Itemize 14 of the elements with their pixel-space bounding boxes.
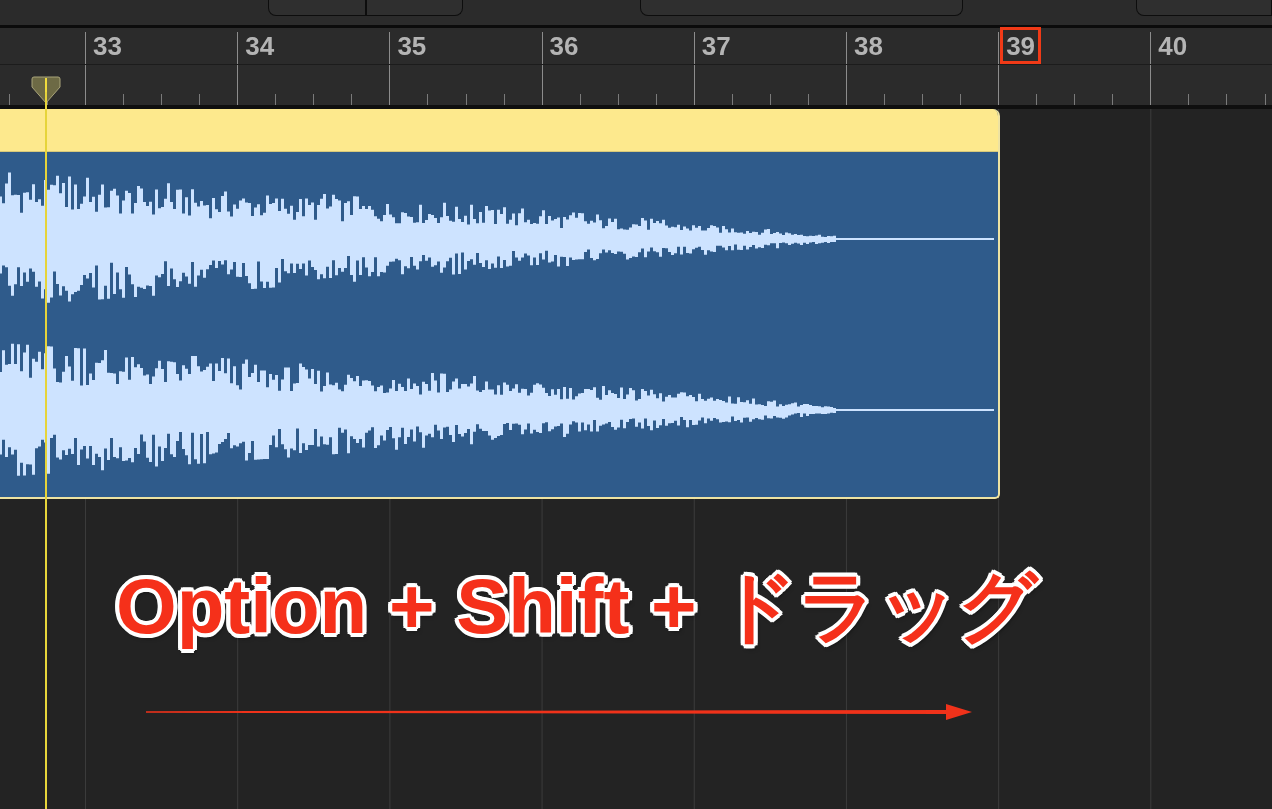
bar-number: 36 (548, 30, 580, 63)
annotation-text: Option + Shift + ドラッグ (116, 564, 1039, 650)
segmented-button[interactable] (366, 0, 463, 16)
bar-number: 33 (92, 30, 123, 63)
bar-number: 40 (1157, 30, 1189, 63)
bar-number: 37 (700, 30, 732, 63)
bar-number: 39 (1000, 27, 1042, 64)
bar-number: 34 (244, 30, 276, 63)
bar-number: 35 (396, 30, 428, 63)
segmented-button[interactable] (268, 0, 366, 16)
dropdown-button[interactable] (1136, 0, 1272, 16)
bar-number: 38 (852, 30, 884, 63)
dropdown-button[interactable] (640, 0, 964, 16)
playhead-handle[interactable] (31, 76, 61, 104)
